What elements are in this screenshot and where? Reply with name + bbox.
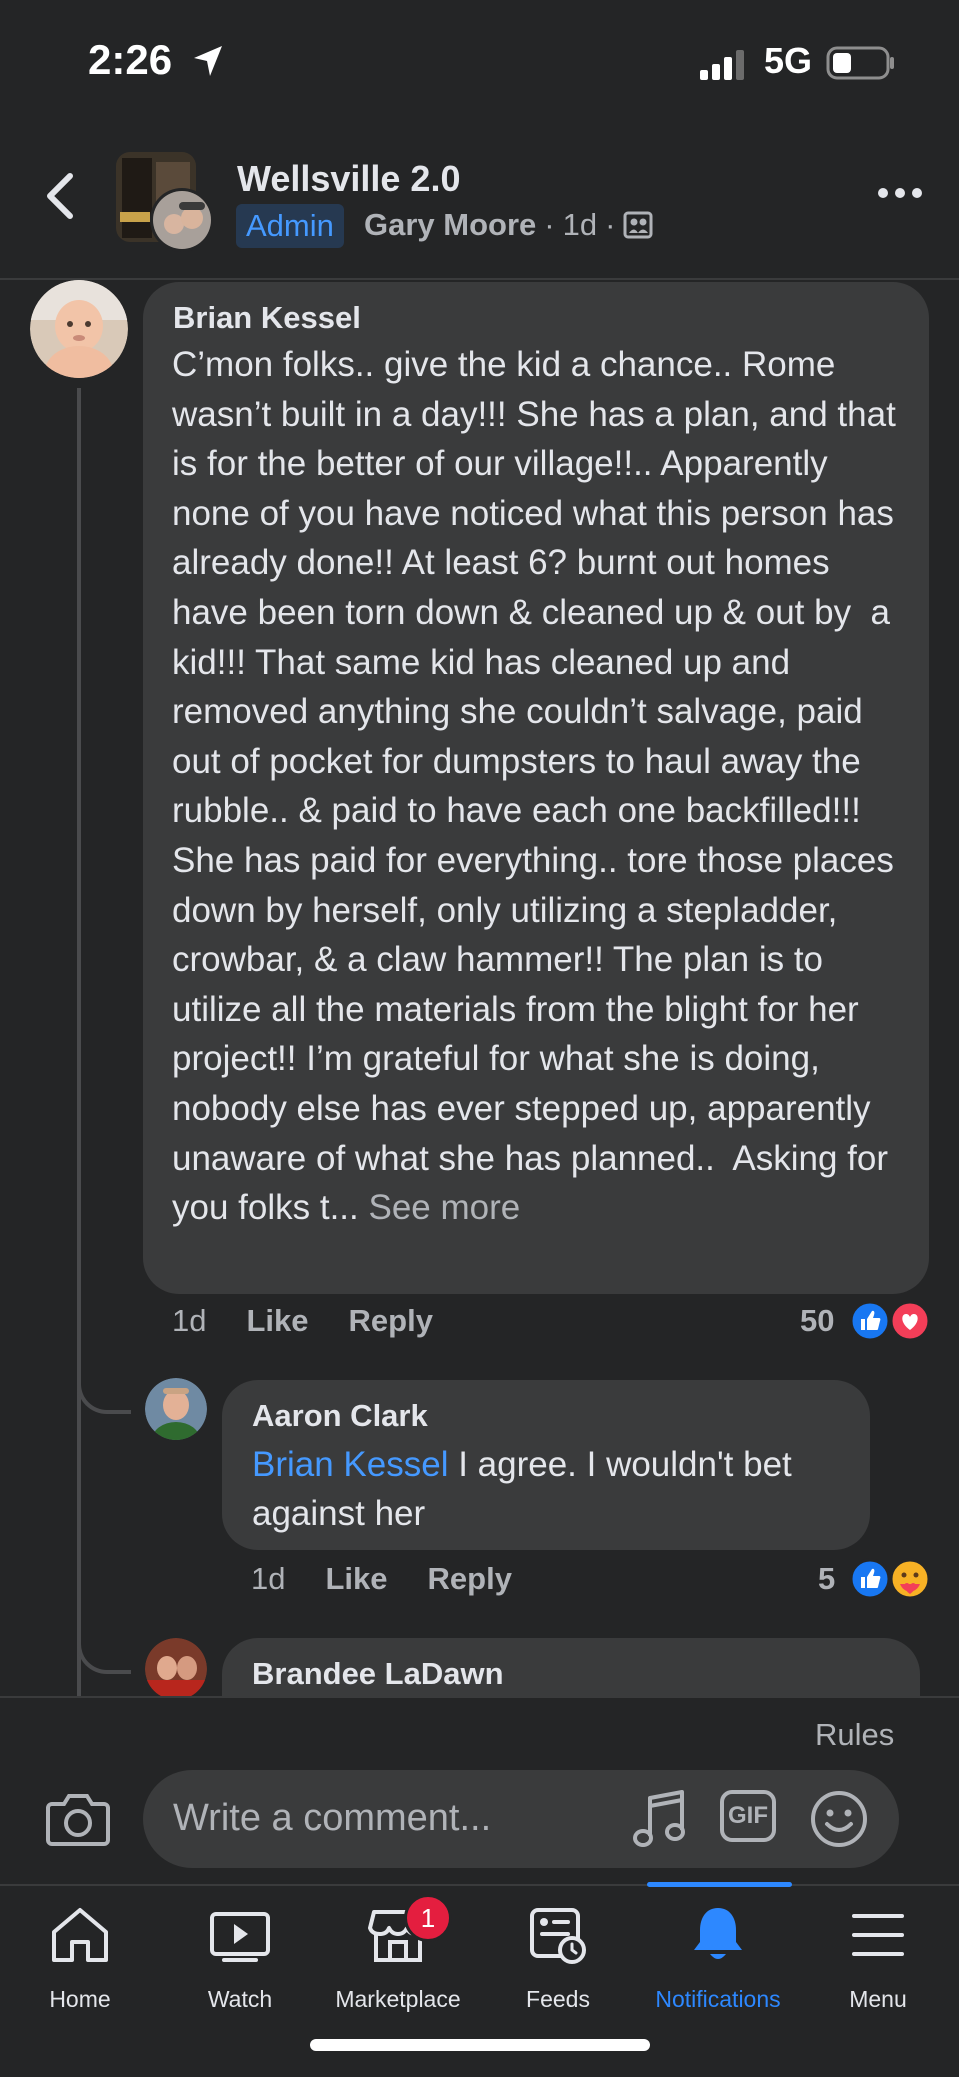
tab-label: Notifications (655, 1986, 781, 2012)
location-arrow-icon (194, 46, 222, 76)
reactions-like-care-icon[interactable] (848, 1558, 932, 1600)
back-chevron-icon[interactable] (36, 166, 86, 226)
reply-button[interactable]: Reply (428, 1561, 512, 1597)
like-button[interactable]: Like (246, 1303, 308, 1339)
like-button[interactable]: Like (325, 1561, 387, 1597)
comment-author[interactable]: Brian Kessel (173, 300, 361, 336)
mention-link[interactable]: Brian Kessel (252, 1445, 448, 1484)
comment-text: C’mon folks.. give the kid a chance.. Ro… (172, 340, 912, 1233)
comment-author[interactable]: Brandee LaDawn (252, 1656, 504, 1692)
thread-branch (77, 1350, 131, 1414)
comment-actions: 1d Like Reply (172, 1303, 433, 1339)
reaction-count[interactable]: 5 (818, 1561, 835, 1597)
bell-icon (694, 1908, 742, 1959)
tab-watch[interactable]: Watch (160, 1904, 320, 2012)
comment-author[interactable]: Aaron Clark (252, 1398, 428, 1434)
menu-icon (852, 1914, 904, 1956)
group-avatar[interactable] (116, 152, 216, 256)
avatar[interactable] (30, 280, 128, 378)
tab-feeds[interactable]: Feeds (478, 1904, 638, 2012)
gif-button[interactable]: GIF (720, 1790, 776, 1842)
avatar[interactable] (145, 1378, 207, 1440)
group-privacy-icon (623, 211, 653, 239)
group-title[interactable]: Wellsville 2.0 (237, 158, 460, 200)
feeds-icon (530, 1908, 586, 1964)
comment-text: Brian Kessel I agree. I wouldn't bet aga… (252, 1440, 852, 1538)
notification-badge: 1 (404, 1894, 452, 1942)
battery-icon (826, 46, 894, 80)
tab-label: Watch (207, 1986, 273, 2012)
comment-body: C’mon folks.. give the kid a chance.. Ro… (172, 345, 906, 1228)
tab-label: Home (49, 1986, 111, 2012)
rules-link[interactable]: Rules (815, 1717, 894, 1753)
tab-menu[interactable]: Menu (798, 1904, 958, 2012)
comment-time: 1d (251, 1561, 286, 1596)
tab-label: Marketplace (335, 1986, 461, 2012)
avatar[interactable] (145, 1638, 207, 1700)
reactions-like-love-icon[interactable] (848, 1300, 932, 1342)
tab-home[interactable]: Home (0, 1904, 160, 2012)
admin-badge: Admin (236, 204, 344, 248)
active-tab-indicator (647, 1882, 792, 1887)
cellular-signal-icon (700, 50, 744, 80)
reply-button[interactable]: Reply (349, 1303, 433, 1339)
tab-notifications[interactable]: Notifications (638, 1904, 798, 2012)
home-indicator[interactable] (310, 2039, 650, 2051)
post-age: 1d (562, 207, 598, 242)
watch-icon (210, 1912, 270, 1962)
post-author[interactable]: Gary Moore (364, 207, 536, 243)
network-type: 5G (764, 40, 813, 81)
comment-actions: 1d Like Reply (251, 1561, 512, 1597)
tab-label: Feeds (526, 1986, 590, 2012)
tab-marketplace[interactable]: Marketplace (318, 1904, 478, 2012)
thread-line (77, 388, 81, 1698)
header-divider (0, 278, 959, 280)
emoji-icon[interactable] (810, 1790, 868, 1848)
see-more-link[interactable]: See more (368, 1188, 520, 1227)
more-options-icon[interactable] (875, 178, 925, 208)
status-time: 2:26 (88, 36, 173, 83)
comment-time: 1d (172, 1303, 207, 1338)
post-meta: Gary Moore · 1d · (364, 207, 653, 243)
meta-separator: · (605, 207, 616, 242)
reaction-count[interactable]: 50 (800, 1303, 834, 1339)
home-icon (52, 1908, 108, 1962)
tab-label: Menu (849, 1986, 907, 2012)
thread-branch (77, 1610, 131, 1674)
comment-placeholder: Write a comment... (173, 1797, 492, 1839)
meta-separator: · (544, 207, 555, 242)
music-note-icon[interactable] (632, 1788, 688, 1850)
camera-icon[interactable] (46, 1790, 110, 1846)
